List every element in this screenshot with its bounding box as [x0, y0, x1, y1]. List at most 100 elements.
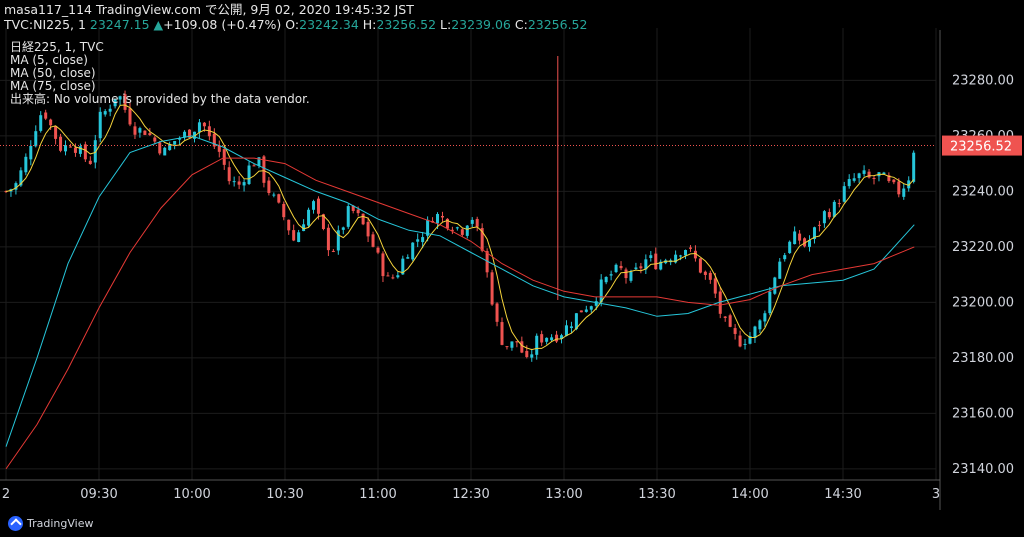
candle-body	[654, 253, 658, 270]
candle-body	[599, 279, 603, 303]
candle-body	[728, 315, 732, 327]
candle-body	[703, 271, 707, 275]
candle-body	[34, 131, 38, 147]
candle-body	[376, 247, 380, 253]
candle-body	[545, 337, 549, 342]
tradingview-footer[interactable]: TradingView	[8, 516, 93, 531]
candle-body	[475, 218, 479, 227]
candle-body	[307, 209, 311, 226]
candle-body	[78, 146, 82, 154]
x-tick-label: 10:30	[266, 487, 303, 502]
candle-body	[138, 128, 142, 133]
ma5-line	[5, 104, 915, 351]
candle-body	[277, 194, 281, 203]
candle-body	[723, 316, 727, 318]
candle-body	[629, 271, 633, 281]
candle-body	[505, 346, 509, 348]
candle-body	[143, 130, 147, 135]
candle-body	[39, 115, 43, 131]
candle-body	[158, 142, 162, 154]
y-tick-label: 23180.00	[952, 351, 1014, 366]
tradingview-brand: TradingView	[27, 517, 94, 530]
candle-body	[411, 242, 415, 260]
candle-body	[83, 144, 87, 160]
candle-body	[852, 178, 856, 181]
candle-body	[326, 227, 330, 251]
candle-body	[822, 211, 826, 224]
candle-body	[73, 147, 77, 153]
candle-body	[421, 237, 425, 243]
candle-body	[862, 170, 866, 174]
candle-body	[490, 272, 494, 305]
price-chart[interactable]: 23140.00 23160.00 23180.00 23200.00 23220.00…	[0, 0, 1024, 537]
x-tick-label: 14:00	[731, 487, 768, 502]
candle-body	[768, 291, 772, 314]
candle-body	[708, 272, 712, 280]
candle-body	[684, 250, 688, 256]
candle-body	[173, 141, 177, 145]
y-tick-label: 23240.00	[952, 184, 1014, 199]
candle-body	[788, 241, 792, 254]
candle-body	[540, 334, 544, 343]
candle-body	[857, 173, 861, 179]
candle-body	[29, 145, 33, 160]
candle-body	[470, 219, 474, 224]
candle-body	[267, 180, 271, 193]
candle-body	[24, 156, 28, 173]
candle-body	[500, 322, 504, 345]
candle-body	[287, 219, 291, 231]
candle-body	[346, 206, 350, 227]
candle-body	[902, 188, 906, 197]
candle-body	[832, 201, 836, 217]
candle-body	[247, 165, 251, 184]
candle-body	[783, 255, 787, 260]
candle-body	[842, 186, 846, 202]
candle-body	[867, 171, 871, 178]
y-tick-label: 23280.00	[952, 73, 1014, 88]
candle-body	[54, 126, 58, 139]
candle-body	[604, 276, 608, 283]
candle-body	[763, 313, 767, 322]
candle-body	[837, 203, 841, 205]
candle-body	[872, 177, 876, 179]
y-tick-label: 23160.00	[952, 406, 1014, 421]
candle-body	[594, 301, 598, 306]
candle-body	[698, 258, 702, 273]
candle-body	[892, 179, 896, 183]
candle-body	[634, 267, 638, 270]
candle-body	[361, 213, 365, 225]
candle-body	[103, 111, 107, 115]
candle-body	[371, 234, 375, 247]
candle-body	[798, 233, 802, 241]
candle-body	[331, 250, 335, 252]
candle-body	[535, 335, 539, 355]
candle-body	[282, 203, 286, 218]
candle-body	[624, 269, 628, 279]
candle-body	[778, 261, 782, 279]
candle-body	[579, 310, 583, 313]
candle-body	[108, 108, 112, 112]
x-tick-label: 2	[2, 487, 10, 502]
candle-body	[743, 343, 747, 345]
candle-body	[753, 326, 757, 338]
x-tick-label: 10:00	[173, 487, 210, 502]
candle-body	[619, 265, 623, 269]
candle-body	[44, 112, 48, 119]
candle-body	[525, 350, 529, 357]
candle-body	[202, 122, 206, 127]
candle-body	[272, 194, 276, 196]
candle-body	[773, 277, 777, 294]
candle-body	[252, 165, 256, 167]
candle-body	[297, 232, 301, 243]
candle-body	[68, 146, 72, 148]
candle-body	[381, 253, 385, 277]
candle-body	[386, 275, 390, 277]
candle-body	[649, 255, 653, 258]
candle-body	[495, 303, 499, 322]
ma75-line	[5, 157, 915, 470]
candle-body	[758, 320, 762, 330]
candle-body	[817, 224, 821, 226]
volume-note: 出来高: No volume is provided by the data v…	[10, 92, 310, 106]
candle-body	[793, 231, 797, 245]
candle-body	[242, 182, 246, 186]
